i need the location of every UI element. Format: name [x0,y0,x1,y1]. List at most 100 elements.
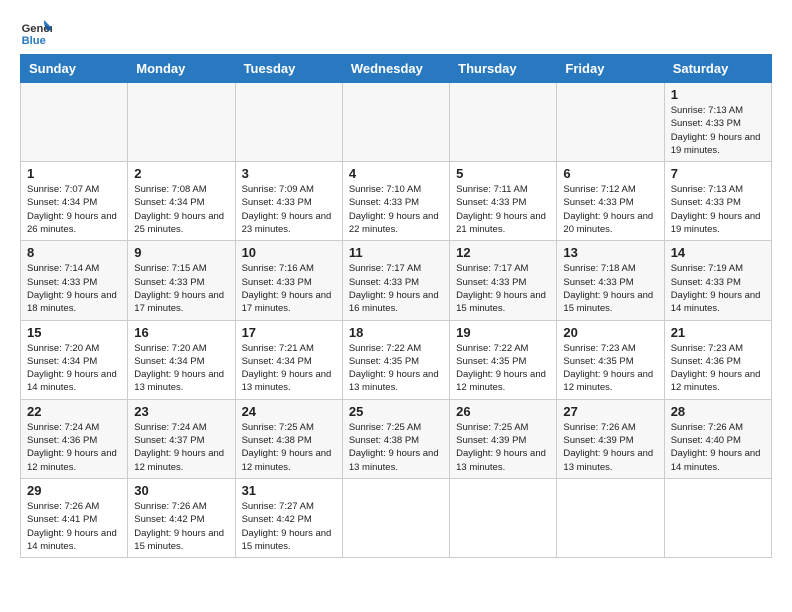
header-row: SundayMondayTuesdayWednesdayThursdayFrid… [21,55,772,83]
day-cell: 21 Sunrise: 7:23 AMSunset: 4:36 PMDaylig… [664,320,771,399]
day-cell: 3 Sunrise: 7:09 AMSunset: 4:33 PMDayligh… [235,162,342,241]
day-number: 12 [456,245,550,260]
calendar-table: SundayMondayTuesdayWednesdayThursdayFrid… [20,54,772,558]
day-info: Sunrise: 7:20 AMSunset: 4:34 PMDaylight:… [134,343,224,394]
day-info: Sunrise: 7:26 AMSunset: 4:42 PMDaylight:… [134,501,224,552]
day-cell: 2 Sunrise: 7:08 AMSunset: 4:34 PMDayligh… [128,162,235,241]
day-info: Sunrise: 7:16 AMSunset: 4:33 PMDaylight:… [242,263,332,314]
day-number: 10 [242,245,336,260]
day-cell: 1 Sunrise: 7:07 AMSunset: 4:34 PMDayligh… [21,162,128,241]
day-number: 16 [134,325,228,340]
day-number: 1 [27,166,121,181]
day-cell [450,478,557,557]
day-cell: 12 Sunrise: 7:17 AMSunset: 4:33 PMDaylig… [450,241,557,320]
day-cell: 30 Sunrise: 7:26 AMSunset: 4:42 PMDaylig… [128,478,235,557]
day-number: 13 [563,245,657,260]
col-header-sunday: Sunday [21,55,128,83]
day-cell: 14 Sunrise: 7:19 AMSunset: 4:33 PMDaylig… [664,241,771,320]
day-info: Sunrise: 7:24 AMSunset: 4:36 PMDaylight:… [27,422,117,473]
day-info: Sunrise: 7:26 AMSunset: 4:41 PMDaylight:… [27,501,117,552]
day-info: Sunrise: 7:23 AMSunset: 4:36 PMDaylight:… [671,343,761,394]
day-cell: 5 Sunrise: 7:11 AMSunset: 4:33 PMDayligh… [450,162,557,241]
day-number: 5 [456,166,550,181]
day-cell [342,83,449,162]
day-number: 1 [671,87,765,102]
col-header-friday: Friday [557,55,664,83]
day-info: Sunrise: 7:08 AMSunset: 4:34 PMDaylight:… [134,184,224,235]
day-cell: 8 Sunrise: 7:14 AMSunset: 4:33 PMDayligh… [21,241,128,320]
day-cell: 20 Sunrise: 7:23 AMSunset: 4:35 PMDaylig… [557,320,664,399]
svg-text:Blue: Blue [22,35,46,47]
day-cell [664,478,771,557]
day-cell: 6 Sunrise: 7:12 AMSunset: 4:33 PMDayligh… [557,162,664,241]
col-header-thursday: Thursday [450,55,557,83]
day-info: Sunrise: 7:20 AMSunset: 4:34 PMDaylight:… [27,343,117,394]
day-number: 14 [671,245,765,260]
day-info: Sunrise: 7:22 AMSunset: 4:35 PMDaylight:… [456,343,546,394]
day-number: 22 [27,404,121,419]
day-number: 15 [27,325,121,340]
logo-icon: General Blue [20,16,52,48]
week-row-4: 15 Sunrise: 7:20 AMSunset: 4:34 PMDaylig… [21,320,772,399]
day-number: 18 [349,325,443,340]
day-cell [128,83,235,162]
day-number: 26 [456,404,550,419]
day-info: Sunrise: 7:19 AMSunset: 4:33 PMDaylight:… [671,263,761,314]
day-info: Sunrise: 7:12 AMSunset: 4:33 PMDaylight:… [563,184,653,235]
day-info: Sunrise: 7:21 AMSunset: 4:34 PMDaylight:… [242,343,332,394]
day-number: 20 [563,325,657,340]
day-cell: 19 Sunrise: 7:22 AMSunset: 4:35 PMDaylig… [450,320,557,399]
day-number: 21 [671,325,765,340]
day-info: Sunrise: 7:15 AMSunset: 4:33 PMDaylight:… [134,263,224,314]
day-number: 29 [27,483,121,498]
day-cell: 11 Sunrise: 7:17 AMSunset: 4:33 PMDaylig… [342,241,449,320]
day-cell [557,478,664,557]
day-info: Sunrise: 7:14 AMSunset: 4:33 PMDaylight:… [27,263,117,314]
day-number: 7 [671,166,765,181]
day-number: 24 [242,404,336,419]
day-cell [21,83,128,162]
day-number: 8 [27,245,121,260]
day-cell: 23 Sunrise: 7:24 AMSunset: 4:37 PMDaylig… [128,399,235,478]
day-info: Sunrise: 7:11 AMSunset: 4:33 PMDaylight:… [456,184,546,235]
day-cell: 15 Sunrise: 7:20 AMSunset: 4:34 PMDaylig… [21,320,128,399]
day-cell: 31 Sunrise: 7:27 AMSunset: 4:42 PMDaylig… [235,478,342,557]
day-cell: 1 Sunrise: 7:13 AMSunset: 4:33 PMDayligh… [664,83,771,162]
day-cell: 16 Sunrise: 7:20 AMSunset: 4:34 PMDaylig… [128,320,235,399]
day-cell: 17 Sunrise: 7:21 AMSunset: 4:34 PMDaylig… [235,320,342,399]
day-info: Sunrise: 7:23 AMSunset: 4:35 PMDaylight:… [563,343,653,394]
day-cell [450,83,557,162]
col-header-monday: Monday [128,55,235,83]
day-info: Sunrise: 7:13 AMSunset: 4:33 PMDaylight:… [671,105,761,156]
logo: General Blue [20,16,56,48]
day-cell: 10 Sunrise: 7:16 AMSunset: 4:33 PMDaylig… [235,241,342,320]
day-cell: 27 Sunrise: 7:26 AMSunset: 4:39 PMDaylig… [557,399,664,478]
day-cell: 18 Sunrise: 7:22 AMSunset: 4:35 PMDaylig… [342,320,449,399]
day-number: 2 [134,166,228,181]
day-number: 3 [242,166,336,181]
day-info: Sunrise: 7:18 AMSunset: 4:33 PMDaylight:… [563,263,653,314]
day-info: Sunrise: 7:13 AMSunset: 4:33 PMDaylight:… [671,184,761,235]
day-number: 30 [134,483,228,498]
day-cell: 22 Sunrise: 7:24 AMSunset: 4:36 PMDaylig… [21,399,128,478]
day-info: Sunrise: 7:24 AMSunset: 4:37 PMDaylight:… [134,422,224,473]
page: General Blue SundayMondayTuesdayWednesda… [0,0,792,568]
day-cell: 29 Sunrise: 7:26 AMSunset: 4:41 PMDaylig… [21,478,128,557]
col-header-saturday: Saturday [664,55,771,83]
day-cell: 9 Sunrise: 7:15 AMSunset: 4:33 PMDayligh… [128,241,235,320]
day-info: Sunrise: 7:26 AMSunset: 4:39 PMDaylight:… [563,422,653,473]
day-cell: 4 Sunrise: 7:10 AMSunset: 4:33 PMDayligh… [342,162,449,241]
day-cell: 28 Sunrise: 7:26 AMSunset: 4:40 PMDaylig… [664,399,771,478]
day-number: 6 [563,166,657,181]
day-info: Sunrise: 7:26 AMSunset: 4:40 PMDaylight:… [671,422,761,473]
day-cell: 26 Sunrise: 7:25 AMSunset: 4:39 PMDaylig… [450,399,557,478]
day-number: 31 [242,483,336,498]
week-row-6: 29 Sunrise: 7:26 AMSunset: 4:41 PMDaylig… [21,478,772,557]
day-info: Sunrise: 7:22 AMSunset: 4:35 PMDaylight:… [349,343,439,394]
week-row-5: 22 Sunrise: 7:24 AMSunset: 4:36 PMDaylig… [21,399,772,478]
day-cell [342,478,449,557]
day-number: 19 [456,325,550,340]
day-cell [557,83,664,162]
day-info: Sunrise: 7:10 AMSunset: 4:33 PMDaylight:… [349,184,439,235]
day-cell: 25 Sunrise: 7:25 AMSunset: 4:38 PMDaylig… [342,399,449,478]
